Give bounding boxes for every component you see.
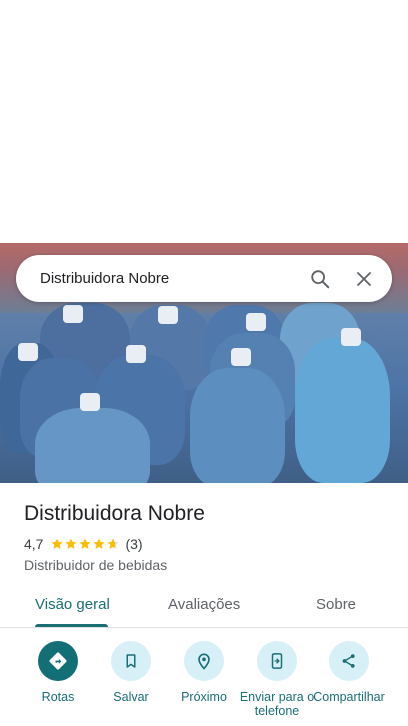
send-to-phone-label: Enviar para o telefone <box>239 690 315 718</box>
water-jug <box>35 408 150 483</box>
jug-cap <box>246 313 266 331</box>
jug-cap <box>341 328 361 346</box>
directions-button[interactable]: Rotas <box>20 641 96 704</box>
place-info: Distribuidora Nobre 4,7 (3) Distribuidor… <box>24 501 384 573</box>
tab-about[interactable]: Sobre <box>316 596 356 613</box>
nearby-label: Próximo <box>181 690 227 704</box>
place-title: Distribuidora Nobre <box>24 502 205 525</box>
jug-cap <box>80 393 100 411</box>
tab-reviews[interactable]: Avaliações <box>168 596 240 613</box>
share-label: Compartilhar <box>313 690 385 704</box>
send-to-phone-icon <box>257 641 297 681</box>
search-bar[interactable]: Distribuidora Nobre <box>16 255 392 302</box>
directions-icon <box>38 641 78 681</box>
star-icon <box>51 538 64 549</box>
save-label: Salvar <box>113 690 149 704</box>
search-query[interactable]: Distribuidora Nobre <box>40 270 298 287</box>
water-jug <box>295 338 390 483</box>
jug-cap <box>231 348 251 366</box>
star-icon <box>93 538 106 549</box>
water-jug <box>190 368 285 483</box>
nearby-icon <box>184 641 224 681</box>
send-to-phone-button[interactable]: Enviar para o telefone <box>239 641 315 718</box>
rating-value: 4,7 <box>24 536 44 552</box>
bookmark-icon <box>111 641 151 681</box>
save-button[interactable]: Salvar <box>93 641 169 704</box>
directions-label: Rotas <box>41 690 75 704</box>
search-icon[interactable] <box>298 257 342 301</box>
jug-cap <box>63 305 83 323</box>
nearby-button[interactable]: Próximo <box>166 641 242 704</box>
share-button[interactable]: Compartilhar <box>311 641 387 704</box>
share-icon <box>329 641 369 681</box>
star-icon <box>65 538 78 549</box>
jug-cap <box>18 343 38 361</box>
action-bar: Rotas Salvar Próximo Enviar para o telef… <box>0 641 408 726</box>
rating-row[interactable]: 4,7 (3) <box>24 536 384 552</box>
active-tab-indicator <box>35 624 108 627</box>
place-category: Distribuidor de bebidas <box>24 557 168 573</box>
jug-cap <box>158 306 178 324</box>
tab-bar: Visão geral Avaliações Sobre <box>0 582 408 628</box>
rating-stars <box>50 537 120 551</box>
star-icon <box>107 538 120 549</box>
review-count[interactable]: (3) <box>125 536 142 552</box>
jug-cap <box>126 345 146 363</box>
tab-overview[interactable]: Visão geral <box>35 596 110 613</box>
star-icon <box>79 538 92 549</box>
close-icon[interactable] <box>342 257 386 301</box>
